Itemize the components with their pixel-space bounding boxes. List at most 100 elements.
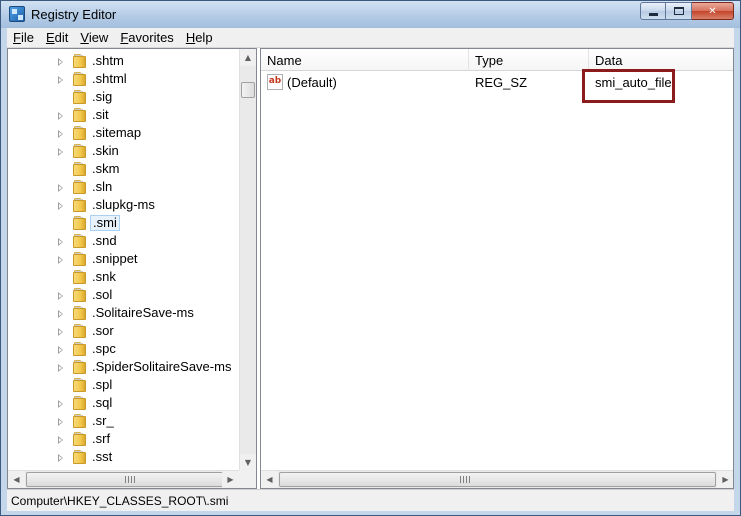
menu-help-label: elp bbox=[195, 29, 213, 45]
scroll-right-icon: ▶ bbox=[227, 475, 234, 484]
scroll-left-icon: ◀ bbox=[266, 475, 273, 484]
tree-hscroll-thumb[interactable] bbox=[26, 472, 232, 487]
tree-item[interactable]: .shtm bbox=[8, 52, 238, 70]
expand-arrow-icon[interactable] bbox=[58, 238, 63, 246]
folder-icon bbox=[71, 72, 87, 86]
expand-arrow-icon[interactable] bbox=[58, 454, 63, 462]
expand-arrow-icon[interactable] bbox=[58, 436, 63, 444]
tree-item[interactable]: .spl bbox=[8, 376, 238, 394]
tree-item-label: .sql bbox=[92, 395, 113, 410]
tree-item-label: .skm bbox=[92, 161, 120, 176]
minimize-button[interactable] bbox=[640, 2, 666, 20]
folder-icon bbox=[71, 270, 87, 284]
tree-item[interactable]: .skin bbox=[8, 142, 238, 160]
menu-view-label: iew bbox=[88, 29, 109, 45]
expand-arrow-icon[interactable] bbox=[58, 76, 63, 84]
tree-item[interactable]: .SpiderSolitaireSave-ms bbox=[8, 358, 238, 376]
tree-item[interactable]: .sln bbox=[8, 178, 238, 196]
tree-horizontal-scrollbar[interactable]: ◀ ▶ bbox=[8, 470, 239, 488]
expand-arrow-icon[interactable] bbox=[58, 364, 63, 372]
tree-item[interactable]: .sol bbox=[8, 286, 238, 304]
folder-icon bbox=[71, 324, 87, 338]
expand-arrow-icon[interactable] bbox=[58, 58, 63, 66]
tree-item[interactable]: .snd bbox=[8, 232, 238, 250]
tree-item[interactable]: .SolitaireSave-ms bbox=[8, 304, 238, 322]
tree-item-label: .srf bbox=[92, 431, 111, 446]
expand-arrow-icon[interactable] bbox=[58, 328, 63, 336]
tree-item[interactable]: .sql bbox=[8, 394, 238, 412]
column-header-name[interactable]: Name bbox=[261, 49, 469, 71]
tree-item-label: .spl bbox=[92, 377, 113, 392]
menu-bar: File Edit View Favorites Help bbox=[7, 28, 734, 48]
tree-item[interactable]: .skm bbox=[8, 160, 238, 178]
tree-item[interactable]: .spc bbox=[8, 340, 238, 358]
tree-item[interactable]: .snippet bbox=[8, 250, 238, 268]
title-bar[interactable]: Registry Editor ✕ bbox=[1, 1, 740, 28]
menu-help[interactable]: Help bbox=[180, 28, 219, 48]
expand-arrow-icon[interactable] bbox=[58, 148, 63, 156]
registry-values-list[interactable]: Name Type Data ab (Default) REG_SZ smi_a… bbox=[260, 48, 734, 489]
expand-arrow-icon[interactable] bbox=[58, 130, 63, 138]
registry-key-tree[interactable]: .shtm .shtml .sig .sit .sitemap .skin .skm .sln… bbox=[7, 48, 257, 489]
menu-file[interactable]: File bbox=[7, 28, 40, 48]
menu-edit[interactable]: Edit bbox=[40, 28, 74, 48]
expand-arrow-icon[interactable] bbox=[58, 292, 63, 300]
folder-icon bbox=[71, 252, 87, 266]
list-scroll-left-button[interactable]: ◀ bbox=[261, 471, 278, 488]
scroll-right-icon: ▶ bbox=[722, 475, 729, 484]
data-highlight-box bbox=[582, 69, 675, 103]
scroll-down-button[interactable]: ▼ bbox=[240, 454, 256, 471]
folder-icon bbox=[71, 432, 87, 446]
menu-favorites[interactable]: Favorites bbox=[114, 28, 179, 48]
scroll-down-icon: ▼ bbox=[244, 458, 252, 467]
list-horizontal-scrollbar[interactable]: ◀ ▶ bbox=[261, 470, 733, 488]
tree-item[interactable]: .snk bbox=[8, 268, 238, 286]
folder-icon bbox=[71, 162, 87, 176]
tree-vertical-scrollbar[interactable]: ▲ ▼ bbox=[239, 49, 256, 471]
expand-arrow-icon[interactable] bbox=[58, 346, 63, 354]
folder-icon bbox=[71, 108, 87, 122]
column-header-data[interactable]: Data bbox=[589, 49, 733, 71]
minimize-icon bbox=[648, 12, 658, 16]
tree-item[interactable]: .sig bbox=[8, 88, 238, 106]
tree-item[interactable]: .sitemap bbox=[8, 124, 238, 142]
folder-icon bbox=[71, 234, 87, 248]
registry-editor-app-icon[interactable] bbox=[9, 6, 25, 22]
tree-item[interactable]: .slupkg-ms bbox=[8, 196, 238, 214]
grip-icon bbox=[125, 476, 135, 483]
column-header-type[interactable]: Type bbox=[469, 49, 589, 71]
expand-arrow-icon[interactable] bbox=[58, 256, 63, 264]
folder-icon bbox=[71, 450, 87, 464]
menu-favorites-label: avorites bbox=[128, 29, 174, 45]
tree-item-label: .sitemap bbox=[92, 125, 142, 140]
tree-item[interactable]: .sit bbox=[8, 106, 238, 124]
folder-icon bbox=[71, 360, 87, 374]
expand-arrow-icon[interactable] bbox=[58, 418, 63, 426]
folder-icon bbox=[71, 396, 87, 410]
tree-item[interactable]: .smi bbox=[8, 214, 238, 232]
expand-arrow-icon[interactable] bbox=[58, 184, 63, 192]
tree-item[interactable]: .srf bbox=[8, 430, 238, 448]
scroll-up-button[interactable]: ▲ bbox=[240, 49, 256, 66]
tree-vscroll-thumb[interactable] bbox=[241, 82, 255, 98]
expand-arrow-icon[interactable] bbox=[58, 400, 63, 408]
list-hscroll-thumb[interactable] bbox=[279, 472, 716, 487]
tree-item[interactable]: .sor bbox=[8, 322, 238, 340]
maximize-button[interactable] bbox=[666, 2, 692, 20]
list-scroll-right-button[interactable]: ▶ bbox=[717, 471, 733, 488]
string-value-icon: ab bbox=[267, 74, 283, 90]
expand-arrow-icon[interactable] bbox=[58, 112, 63, 120]
menu-view[interactable]: View bbox=[74, 28, 114, 48]
scroll-left-icon: ◀ bbox=[13, 475, 20, 484]
window-title: Registry Editor bbox=[31, 7, 117, 22]
tree-item-label: .sol bbox=[92, 287, 113, 302]
tree-item[interactable]: .sst bbox=[8, 448, 238, 466]
tree-item[interactable]: .shtml bbox=[8, 70, 238, 88]
expand-arrow-icon[interactable] bbox=[58, 310, 63, 318]
tree-scroll-right-button[interactable]: ▶ bbox=[222, 471, 239, 488]
close-button[interactable]: ✕ bbox=[692, 2, 734, 20]
expand-arrow-icon[interactable] bbox=[58, 202, 63, 210]
tree-item[interactable]: .sr_ bbox=[8, 412, 238, 430]
menu-file-label: ile bbox=[20, 29, 34, 45]
tree-scroll-left-button[interactable]: ◀ bbox=[8, 471, 25, 488]
